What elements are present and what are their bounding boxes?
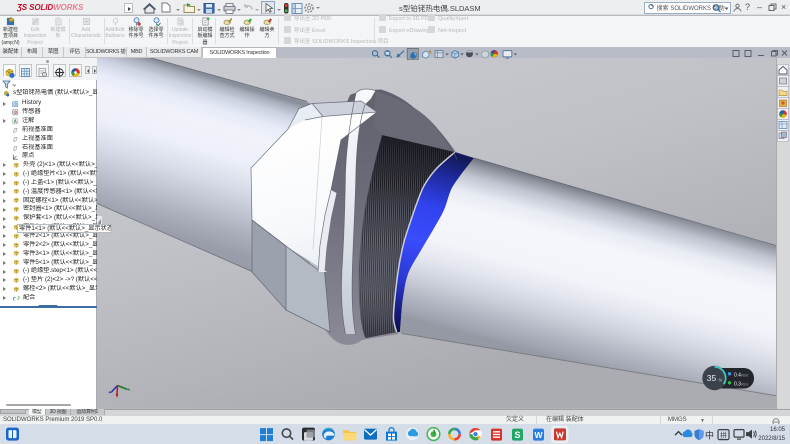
svg-text:%: %	[719, 378, 723, 383]
svg-text:拼: 拼	[720, 431, 727, 440]
svg-text:W: W	[534, 430, 543, 440]
svg-text:35: 35	[707, 373, 717, 383]
svg-text:中: 中	[705, 430, 714, 441]
svg-text:S: S	[514, 430, 520, 440]
